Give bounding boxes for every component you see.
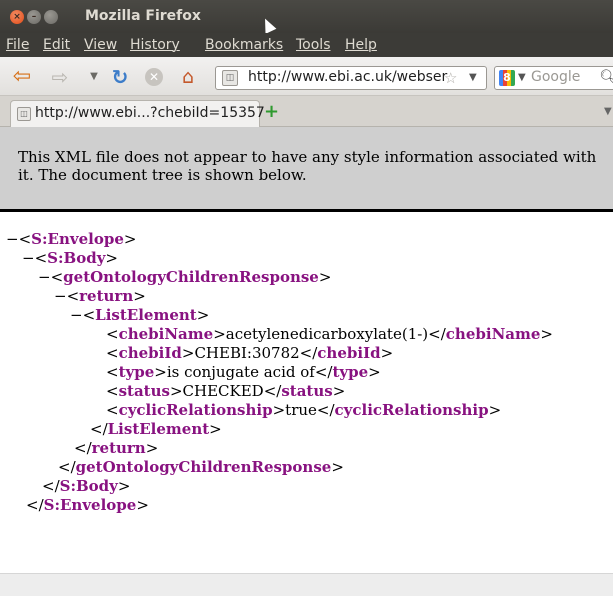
xml-line: <type>is conjugate acid of</type> <box>106 363 381 381</box>
xml-tag: S:Body <box>59 477 118 495</box>
collapse-toggle[interactable]: − <box>38 268 51 286</box>
xml-tag: return <box>91 439 146 457</box>
xml-line: <status>CHECKED</status> <box>106 382 346 400</box>
xml-tag: chebiId <box>317 344 381 362</box>
menu-help[interactable]: Help <box>345 37 377 53</box>
xml-line: </ListElement> <box>90 420 222 438</box>
tab-bar: ◫ http://www.ebi...?chebiId=15357 + ▼ <box>0 96 613 127</box>
xml-line: </return> <box>74 439 159 457</box>
xml-line: </getOntologyChildrenResponse> <box>58 458 344 476</box>
search-placeholder[interactable]: Google <box>531 69 580 85</box>
menu-view[interactable]: View <box>84 37 117 53</box>
xml-tag: return <box>79 287 134 305</box>
window-title: Mozilla Firefox <box>85 8 201 24</box>
xml-tag: ListElement <box>107 420 210 438</box>
xml-line: </S:Body> <box>42 477 131 495</box>
xml-line: −<getOntologyChildrenResponse> <box>38 268 332 286</box>
url-dropdown-icon[interactable]: ▼ <box>469 72 477 83</box>
new-tab-button[interactable]: + <box>264 103 279 121</box>
menu-bookmarks[interactable]: Bookmarks <box>205 37 283 53</box>
xml-value: CHEBI:30782 <box>194 344 300 362</box>
url-bar[interactable]: ◫ http://www.ebi.ac.uk/webser ☆ ▼ <box>215 66 487 90</box>
xml-value: acetylenedicarboxylate(1-) <box>225 325 429 343</box>
tab-favicon-icon: ◫ <box>17 107 31 121</box>
collapse-toggle[interactable]: − <box>22 249 35 267</box>
stop-icon[interactable]: ✕ <box>145 68 163 86</box>
menu-bar: File Edit View History Bookmarks Tools H… <box>0 33 613 57</box>
xml-tag: ListElement <box>95 306 197 324</box>
xml-tag: status <box>118 382 170 400</box>
menu-history[interactable]: History <box>130 37 180 53</box>
mouse-cursor-icon <box>259 16 277 34</box>
xml-tag: getOntologyChildrenResponse <box>63 268 319 286</box>
home-icon[interactable]: ⌂ <box>178 67 198 87</box>
xml-tag: S:Envelope <box>31 230 124 248</box>
site-identity-icon[interactable]: ◫ <box>222 70 238 86</box>
xml-value: true <box>285 401 317 419</box>
tab-active[interactable]: ◫ http://www.ebi...?chebiId=15357 <box>10 100 265 127</box>
xml-value: is conjugate acid of <box>166 363 315 381</box>
xml-line: <chebiId>CHEBI:30782</chebiId> <box>106 344 394 362</box>
search-engine-dropdown-icon[interactable]: ▼ <box>518 72 526 83</box>
xml-notice-text: This XML file does not appear to have an… <box>18 148 597 184</box>
maximize-window-button[interactable] <box>44 10 58 24</box>
collapse-toggle[interactable]: − <box>54 287 67 305</box>
search-engine-icon[interactable]: 8 <box>499 70 515 86</box>
xml-tag: cyclicRelationship <box>334 401 489 419</box>
xml-tag: getOntologyChildrenResponse <box>75 458 332 476</box>
xml-tag: S:Envelope <box>43 496 137 514</box>
xml-notice: This XML file does not appear to have an… <box>0 127 613 212</box>
xml-line: −<S:Body> <box>22 249 118 267</box>
tab-title[interactable]: http://www.ebi...?chebiId=15357 <box>35 105 265 121</box>
tab-list-icon[interactable]: ▼ <box>604 106 612 117</box>
minimize-window-button[interactable]: – <box>27 10 41 24</box>
xml-tag: status <box>281 382 333 400</box>
collapse-toggle[interactable]: − <box>70 306 83 324</box>
forward-arrow-icon[interactable]: ⇨ <box>50 67 70 87</box>
xml-tag: type <box>332 363 369 381</box>
xml-tree: −<S:Envelope> −<S:Body> −<getOntologyChi… <box>0 220 613 570</box>
xml-tag: chebiName <box>445 325 541 343</box>
xml-line: −<S:Envelope> <box>6 230 137 248</box>
close-window-button[interactable]: × <box>10 10 24 24</box>
close-icon: × <box>13 12 21 22</box>
xml-tag: chebiId <box>118 344 182 362</box>
url-text[interactable]: http://www.ebi.ac.uk/webser <box>248 69 448 85</box>
maximize-icon <box>44 10 58 24</box>
bookmark-star-icon[interactable]: ☆ <box>444 69 457 87</box>
search-box[interactable]: 8 ▼ Google 🔍︎ <box>494 66 613 90</box>
title-bar: × – Mozilla Firefox <box>0 0 613 34</box>
xml-line: <cyclicRelationship>true</cyclicRelation… <box>106 401 502 419</box>
xml-tag: type <box>118 363 155 381</box>
reload-icon[interactable]: ↻ <box>110 67 130 87</box>
xml-line: </S:Envelope> <box>26 496 149 514</box>
xml-value: CHECKED <box>182 382 264 400</box>
xml-tag: S:Body <box>47 249 106 267</box>
history-dropdown-icon[interactable]: ▼ <box>84 67 104 87</box>
collapse-toggle[interactable]: − <box>6 230 19 248</box>
xml-line: −<return> <box>54 287 146 305</box>
menu-edit[interactable]: Edit <box>43 37 70 53</box>
minimize-icon: – <box>31 12 37 22</box>
search-icon[interactable]: 🔍︎ <box>599 68 613 86</box>
status-bar <box>0 573 613 596</box>
xml-tag: cyclicRelationship <box>118 401 273 419</box>
navigation-bar: ⇦ ⇨ ▼ ↻ ✕ ⌂ ◫ http://www.ebi.ac.uk/webse… <box>0 57 613 96</box>
back-arrow-icon[interactable]: ⇦ <box>12 66 32 88</box>
menu-file[interactable]: File <box>6 37 29 53</box>
xml-line: <chebiName>acetylenedicarboxylate(1-)</c… <box>106 325 553 343</box>
xml-tag: chebiName <box>118 325 214 343</box>
xml-line: −<ListElement> <box>70 306 210 324</box>
menu-tools[interactable]: Tools <box>296 37 331 53</box>
